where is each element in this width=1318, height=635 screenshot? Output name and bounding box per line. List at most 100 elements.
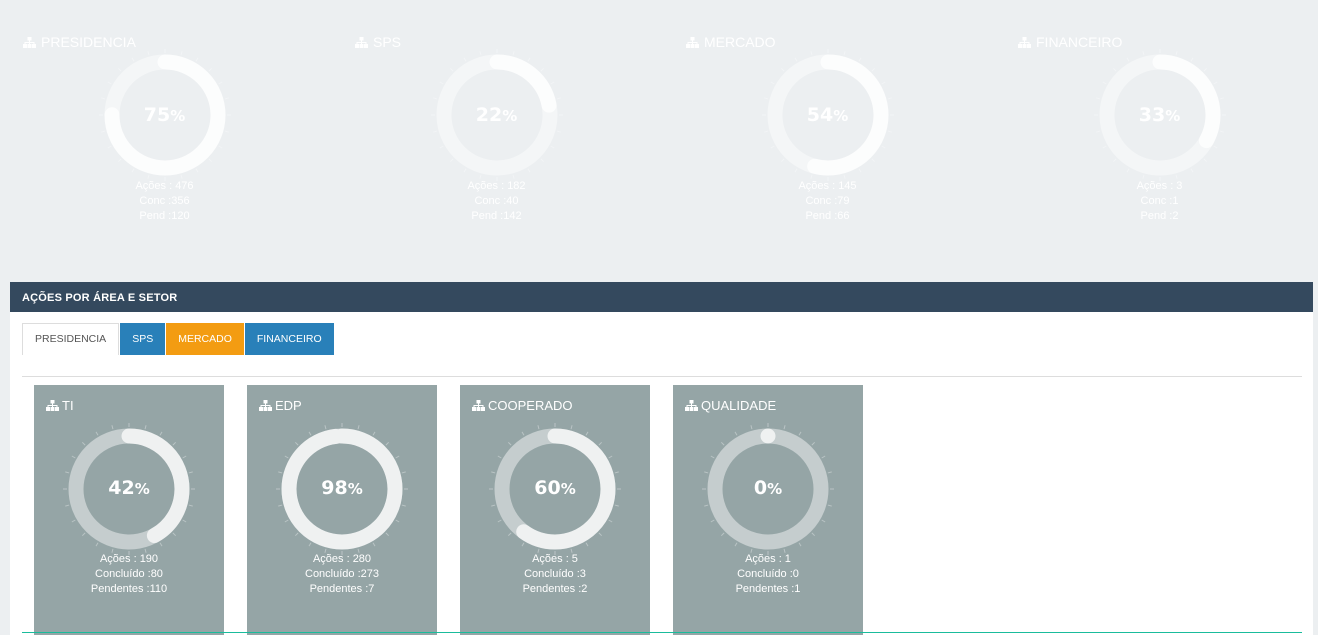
gauge-tick — [512, 51, 515, 56]
gauge-tick — [131, 57, 135, 62]
sitemap-icon — [686, 36, 699, 48]
gauge-tick — [195, 168, 199, 173]
gauge-tick — [278, 471, 283, 474]
gauge-tick — [395, 455, 400, 459]
gauge-tick — [1213, 81, 1218, 85]
gauge-tick — [598, 532, 603, 537]
gauge-tick — [720, 532, 725, 537]
tab-financeiro[interactable]: FINANCEIRO — [244, 323, 334, 355]
acoes-por-area-panel: AÇÕES POR ÁREA E SETOR PRESIDENCIA SPS M… — [10, 282, 1313, 635]
gauge-tick — [556, 130, 561, 133]
gauge-tick — [1102, 145, 1107, 149]
gauge-tick — [111, 425, 114, 430]
panel-title: AÇÕES POR ÁREA E SETOR — [10, 282, 1313, 312]
pendentes-count: Pend :120 — [139, 210, 190, 222]
gauge-tick — [497, 519, 502, 523]
gauge-tick — [1175, 51, 1178, 56]
pendentes-count: Pend :142 — [471, 210, 522, 222]
gauge-tick — [308, 542, 312, 547]
gauge-tick — [798, 431, 802, 436]
gauge-tick — [294, 532, 299, 537]
area-card-financeiro[interactable]: FINANCEIRO 33% Ações : 3 Conc :1 Pend :2 — [1005, 12, 1314, 259]
card-stats: Ações : 182 Conc :40 Pend :142 — [342, 179, 651, 224]
gauge-tick — [608, 519, 613, 523]
gauge-tick — [704, 504, 709, 507]
gauge-tick — [324, 425, 327, 430]
gauge-tick — [1112, 67, 1117, 72]
gauge-tick — [294, 441, 299, 446]
progress-percent: 60% — [534, 477, 576, 499]
gauge-tick — [1096, 97, 1101, 100]
gauge-tick — [1096, 130, 1101, 133]
gauge-tick — [308, 431, 312, 436]
gauge-tick — [401, 471, 406, 474]
card-title-label: TI — [62, 398, 74, 413]
concluido-count: Concluído :0 — [737, 568, 799, 580]
gauge-tick — [1219, 97, 1224, 100]
gauge-tick — [1102, 81, 1107, 85]
setor-card-qualidade[interactable]: QUALIDADE 0% Ações : 1 Concluído :0 Pend… — [673, 385, 863, 635]
sitemap-icon — [259, 400, 272, 411]
card-title-label: QUALIDADE — [701, 398, 777, 413]
area-card-presidencia[interactable]: PRESIDENCIA 75% Ações : 476 Conc :356 Pe… — [10, 12, 319, 259]
gauge-tick — [107, 81, 112, 85]
pendentes-count: Pendentes :2 — [522, 583, 588, 595]
gauge-tick — [843, 51, 846, 56]
tab-presidencia[interactable]: PRESIDENCIA — [22, 323, 120, 355]
gauge-tick — [117, 67, 122, 72]
gauge-tick — [208, 67, 213, 72]
gauge-tick — [881, 81, 886, 85]
gauge-tick — [284, 519, 289, 523]
gauge-tick — [433, 97, 438, 100]
pendentes-count: Pendentes :110 — [90, 583, 168, 595]
gauge-tick — [117, 158, 122, 163]
pendentes-count: Pendentes :1 — [735, 583, 801, 595]
sitemap-icon — [23, 36, 36, 48]
acoes-count: Ações : 280 — [312, 553, 372, 565]
gauge-tick — [433, 130, 438, 133]
gauge-tick — [881, 145, 886, 149]
sitemap-icon — [355, 36, 368, 48]
gauge-tick — [439, 81, 444, 85]
gauge-tick — [780, 158, 785, 163]
sitemap-icon — [46, 400, 59, 411]
gauge-tick — [540, 158, 545, 163]
gauge-tick — [871, 67, 876, 72]
gauge-tick — [507, 532, 512, 537]
gauge-tick — [734, 431, 738, 436]
card-title: EDP — [259, 398, 302, 413]
progress-percent: 0% — [753, 477, 783, 499]
gauge-tick — [81, 441, 86, 446]
gauge-tick — [858, 168, 862, 173]
gauge-tick — [1213, 145, 1218, 149]
setor-card-ti[interactable]: TI 42% Ações : 190 Concluído :80 Pendent… — [34, 385, 224, 635]
concluido-count: Concluído :273 — [305, 568, 379, 580]
gauge-tick — [218, 81, 223, 85]
card-stats: Ações : 1 Concluído :0 Pendentes :1 — [673, 552, 863, 597]
tab-mercado[interactable]: MERCADO — [166, 323, 244, 355]
tab-sps[interactable]: SPS — [120, 323, 166, 355]
setor-card-cooperado[interactable]: COOPERADO 60% Ações : 5 Concluído :3 Pen… — [460, 385, 650, 635]
progress-percent: 98% — [321, 477, 363, 499]
gauge-tick — [527, 168, 531, 173]
gauge-tick — [827, 471, 832, 474]
gauge-tick — [794, 57, 798, 62]
pendentes-count: Pendentes :7 — [309, 583, 375, 595]
gauge-tick — [720, 441, 725, 446]
gauge-tick — [704, 471, 709, 474]
gauge-tick — [764, 130, 769, 133]
progress-percent: 22% — [475, 104, 518, 126]
progress-percent: 33% — [1138, 104, 1181, 126]
setor-card-edp[interactable]: EDP 98% Ações : 280 Concluído :273 Pende… — [247, 385, 437, 635]
gauge-tick — [491, 471, 496, 474]
gauge-tick — [1112, 158, 1117, 163]
gauge-tick — [195, 57, 199, 62]
area-card-sps[interactable]: SPS 22% Ações : 182 Conc :40 Pend :142 — [342, 12, 651, 259]
tab-divider — [22, 376, 1302, 377]
area-card-mercado[interactable]: MERCADO 54% Ações : 145 Conc :79 Pend :6… — [673, 12, 982, 259]
card-title-label: COOPERADO — [488, 398, 573, 413]
gauge-tick — [159, 542, 163, 547]
gauge-tick — [556, 97, 561, 100]
gauge-tick — [1190, 57, 1194, 62]
card-stats: Ações : 190 Concluído :80 Pendentes :110 — [34, 552, 224, 597]
